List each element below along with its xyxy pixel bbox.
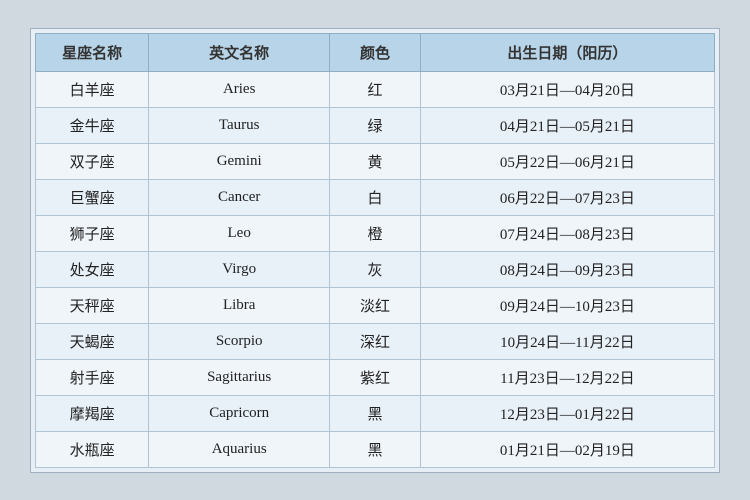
table-row: 狮子座Leo橙07月24日—08月23日: [36, 215, 715, 251]
header-color: 颜色: [330, 33, 421, 71]
cell-chinese: 金牛座: [36, 107, 149, 143]
cell-chinese: 白羊座: [36, 71, 149, 107]
cell-english: Aquarius: [149, 431, 330, 467]
table-row: 巨蟹座Cancer白06月22日—07月23日: [36, 179, 715, 215]
cell-color: 红: [330, 71, 421, 107]
cell-date: 03月21日—04月20日: [420, 71, 714, 107]
cell-date: 01月21日—02月19日: [420, 431, 714, 467]
cell-chinese: 水瓶座: [36, 431, 149, 467]
table-row: 水瓶座Aquarius黑01月21日—02月19日: [36, 431, 715, 467]
table-header-row: 星座名称 英文名称 颜色 出生日期（阳历）: [36, 33, 715, 71]
cell-color: 黑: [330, 431, 421, 467]
table-row: 天秤座Libra淡红09月24日—10月23日: [36, 287, 715, 323]
zodiac-table: 星座名称 英文名称 颜色 出生日期（阳历） 白羊座Aries红03月21日—04…: [35, 33, 715, 468]
cell-english: Virgo: [149, 251, 330, 287]
cell-english: Scorpio: [149, 323, 330, 359]
cell-color: 白: [330, 179, 421, 215]
table-row: 金牛座Taurus绿04月21日—05月21日: [36, 107, 715, 143]
cell-color: 淡红: [330, 287, 421, 323]
cell-date: 06月22日—07月23日: [420, 179, 714, 215]
cell-english: Libra: [149, 287, 330, 323]
cell-chinese: 双子座: [36, 143, 149, 179]
cell-color: 黄: [330, 143, 421, 179]
cell-date: 11月23日—12月22日: [420, 359, 714, 395]
cell-chinese: 巨蟹座: [36, 179, 149, 215]
cell-date: 07月24日—08月23日: [420, 215, 714, 251]
cell-date: 10月24日—11月22日: [420, 323, 714, 359]
cell-color: 黑: [330, 395, 421, 431]
cell-english: Cancer: [149, 179, 330, 215]
table-body: 白羊座Aries红03月21日—04月20日金牛座Taurus绿04月21日—0…: [36, 71, 715, 467]
cell-chinese: 天秤座: [36, 287, 149, 323]
cell-english: Taurus: [149, 107, 330, 143]
cell-english: Capricorn: [149, 395, 330, 431]
zodiac-table-container: 星座名称 英文名称 颜色 出生日期（阳历） 白羊座Aries红03月21日—04…: [30, 28, 720, 473]
cell-color: 紫红: [330, 359, 421, 395]
cell-date: 04月21日—05月21日: [420, 107, 714, 143]
cell-english: Sagittarius: [149, 359, 330, 395]
cell-date: 09月24日—10月23日: [420, 287, 714, 323]
cell-color: 深红: [330, 323, 421, 359]
cell-english: Aries: [149, 71, 330, 107]
cell-color: 橙: [330, 215, 421, 251]
cell-english: Gemini: [149, 143, 330, 179]
header-english: 英文名称: [149, 33, 330, 71]
cell-date: 05月22日—06月21日: [420, 143, 714, 179]
cell-color: 绿: [330, 107, 421, 143]
cell-date: 12月23日—01月22日: [420, 395, 714, 431]
cell-english: Leo: [149, 215, 330, 251]
cell-chinese: 狮子座: [36, 215, 149, 251]
table-row: 天蝎座Scorpio深红10月24日—11月22日: [36, 323, 715, 359]
table-row: 白羊座Aries红03月21日—04月20日: [36, 71, 715, 107]
header-date: 出生日期（阳历）: [420, 33, 714, 71]
cell-color: 灰: [330, 251, 421, 287]
table-row: 双子座Gemini黄05月22日—06月21日: [36, 143, 715, 179]
cell-chinese: 摩羯座: [36, 395, 149, 431]
header-chinese: 星座名称: [36, 33, 149, 71]
table-row: 处女座Virgo灰08月24日—09月23日: [36, 251, 715, 287]
table-row: 射手座Sagittarius紫红11月23日—12月22日: [36, 359, 715, 395]
table-row: 摩羯座Capricorn黑12月23日—01月22日: [36, 395, 715, 431]
cell-chinese: 处女座: [36, 251, 149, 287]
cell-chinese: 天蝎座: [36, 323, 149, 359]
cell-chinese: 射手座: [36, 359, 149, 395]
cell-date: 08月24日—09月23日: [420, 251, 714, 287]
